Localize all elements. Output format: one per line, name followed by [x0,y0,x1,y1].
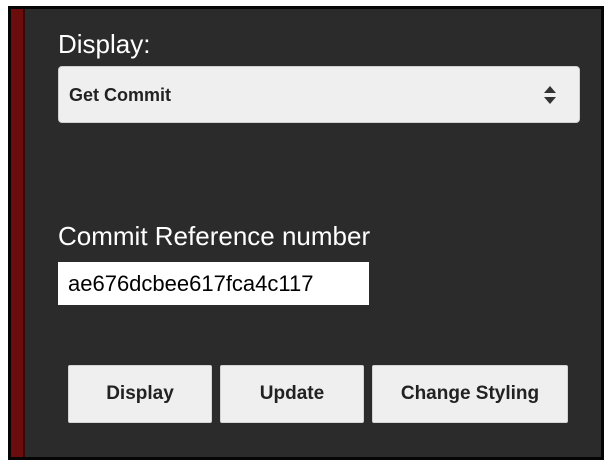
commit-reference-label: Commit Reference number [58,221,371,251]
update-button[interactable]: Update [220,365,364,423]
display-select-value: Get Commit [69,85,172,105]
display-button[interactable]: Display [68,365,212,423]
select-updown-arrows-icon [544,86,556,104]
display-select[interactable]: Get Commit [58,66,580,123]
change-styling-button[interactable]: Change Styling [372,365,568,423]
commit-reference-input[interactable] [58,262,369,305]
display-label: Display: [58,29,151,59]
accent-bar [11,9,25,457]
control-panel: Display: Get Commit Commit Reference num… [8,6,604,460]
